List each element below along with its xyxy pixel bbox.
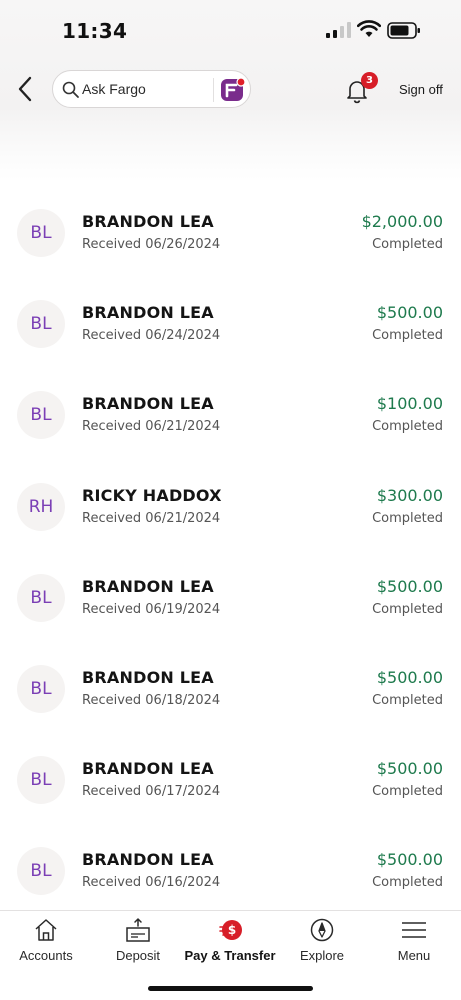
tab-explore[interactable]: Explore — [276, 911, 368, 971]
tab-pay-transfer[interactable]: $ Pay & Transfer — [184, 911, 276, 971]
tab-label: Explore — [299, 948, 345, 963]
cellular-signal-icon — [326, 22, 351, 38]
transaction-row[interactable]: BL BRANDON LEA Received 06/26/2024 $2,00… — [0, 178, 461, 269]
payer-avatar: BL — [17, 664, 65, 713]
menu-icon — [402, 922, 426, 938]
payer-avatar: RH — [17, 482, 65, 531]
transaction-row[interactable]: BL BRANDON LEA Received 06/21/2024 $100.… — [0, 360, 461, 451]
transaction-status: Completed — [372, 784, 443, 800]
transaction-list: BL BRANDON LEA Received 06/26/2024 $2,00… — [0, 178, 461, 908]
transaction-status: Completed — [372, 601, 443, 617]
compass-icon — [310, 918, 334, 942]
tab-accounts[interactable]: Accounts — [0, 911, 92, 971]
received-date: Received 06/19/2024 — [82, 601, 221, 617]
payer-name: BRANDON LEA — [82, 667, 214, 687]
payer-name: BRANDON LEA — [82, 394, 214, 414]
payer-name: BRANDON LEA — [82, 576, 214, 596]
payer-name: RICKY HADDOX — [82, 485, 222, 505]
payer-name: BRANDON LEA — [82, 303, 214, 323]
received-date: Received 06/21/2024 — [82, 419, 221, 435]
tab-deposit[interactable]: Deposit — [92, 911, 184, 971]
received-date: Received 06/17/2024 — [82, 784, 221, 800]
transaction-status: Completed — [372, 237, 443, 252]
deposit-icon — [126, 917, 150, 942]
transaction-amount: $2,000.00 — [361, 212, 443, 231]
pay-dollar-badge: $ — [222, 920, 242, 940]
status-bar: 11:34 — [0, 0, 461, 60]
transaction-status: Completed — [372, 510, 443, 526]
payer-name: BRANDON LEA — [82, 759, 214, 779]
search-divider — [213, 78, 214, 102]
transaction-amount: $500.00 — [376, 759, 443, 779]
ask-fargo-search[interactable]: Ask Fargo — [52, 70, 251, 108]
transaction-amount: $500.00 — [376, 303, 443, 323]
home-indicator[interactable] — [148, 986, 313, 991]
search-icon — [62, 81, 79, 98]
payer-avatar: BL — [17, 300, 65, 349]
transaction-row[interactable]: BL BRANDON LEA Received 06/17/2024 $500.… — [0, 725, 461, 816]
tab-label: Menu — [397, 948, 431, 963]
payer-avatar: BL — [17, 756, 65, 805]
tab-menu[interactable]: Menu — [368, 911, 460, 971]
tab-label: Accounts — [19, 948, 73, 963]
search-placeholder: Ask Fargo — [82, 81, 146, 97]
payer-avatar: BL — [17, 209, 65, 257]
received-date: Received 06/16/2024 — [82, 875, 221, 891]
battery-icon — [387, 22, 420, 39]
back-chevron-icon[interactable] — [14, 74, 40, 104]
transaction-status: Completed — [372, 419, 443, 435]
tab-label: Deposit — [115, 948, 161, 963]
screen: 11:34 Ask Fargo 3 Sign off BL BRANDON LE… — [0, 0, 461, 1000]
transaction-row[interactable]: BL BRANDON LEA Received 06/16/2024 $500.… — [0, 816, 461, 907]
transaction-amount: $500.00 — [376, 576, 443, 596]
received-date: Received 06/21/2024 — [82, 510, 221, 526]
transaction-row[interactable]: BL BRANDON LEA Received 06/19/2024 $500.… — [0, 543, 461, 634]
transaction-amount: $500.00 — [376, 850, 443, 870]
sign-off-link[interactable]: Sign off — [399, 82, 443, 97]
received-date: Received 06/26/2024 — [82, 237, 221, 252]
received-date: Received 06/18/2024 — [82, 692, 221, 708]
transaction-status: Completed — [372, 692, 443, 708]
transaction-amount: $300.00 — [376, 485, 443, 505]
transaction-row[interactable]: BL BRANDON LEA Received 06/24/2024 $500.… — [0, 269, 461, 360]
transaction-status: Completed — [372, 875, 443, 891]
received-date: Received 06/24/2024 — [82, 328, 221, 344]
wifi-icon — [357, 20, 381, 37]
fargo-assistant-icon[interactable] — [220, 77, 246, 103]
tab-label: Pay & Transfer — [184, 948, 276, 963]
notification-count-badge: 3 — [361, 72, 378, 89]
payer-name: BRANDON LEA — [82, 850, 214, 870]
status-time: 11:34 — [62, 19, 128, 43]
home-icon — [35, 919, 57, 941]
transaction-amount: $100.00 — [376, 394, 443, 414]
payer-avatar: BL — [17, 573, 65, 622]
transaction-amount: $500.00 — [376, 667, 443, 687]
transaction-row[interactable]: BL BRANDON LEA Received 06/18/2024 $500.… — [0, 634, 461, 725]
payer-name: BRANDON LEA — [82, 212, 214, 231]
transaction-status: Completed — [372, 328, 443, 344]
payer-avatar: BL — [17, 847, 65, 896]
payer-avatar: BL — [17, 391, 65, 440]
transaction-row[interactable]: RH RICKY HADDOX Received 06/21/2024 $300… — [0, 452, 461, 543]
